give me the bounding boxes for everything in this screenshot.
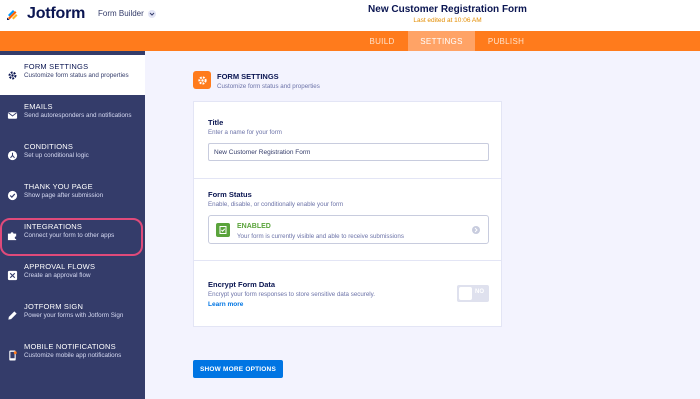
- top-header: Jotform Form Builder New Customer Regist…: [0, 0, 700, 31]
- status-value-description: Your form is currently visible and able …: [237, 233, 404, 240]
- sidebar-item-subtitle: Create an approval flow: [24, 272, 91, 279]
- encrypt-toggle[interactable]: NO: [457, 285, 489, 302]
- enabled-check-icon: [216, 223, 230, 237]
- sidebar-item-subtitle: Show page after submission: [24, 192, 104, 199]
- settings-gear-icon: [193, 71, 211, 89]
- form-title-input[interactable]: [208, 143, 489, 161]
- title-description: Enter a name for your form: [208, 129, 282, 136]
- check-circle-icon: [7, 188, 18, 201]
- conditions-icon: [7, 148, 18, 161]
- builder-tab-bar: BUILD SETTINGS PUBLISH: [0, 31, 700, 51]
- envelope-icon: [7, 108, 18, 119]
- divider: [194, 178, 501, 179]
- sidebar-item-title: THANK YOU PAGE: [24, 182, 93, 191]
- sidebar-item-subtitle: Send autoresponders and notifications: [24, 112, 132, 119]
- status-value: ENABLED: [237, 223, 271, 230]
- sidebar-item-conditions[interactable]: CONDITIONS Set up conditional logic: [0, 135, 145, 175]
- tab-publish[interactable]: PUBLISH: [475, 31, 537, 51]
- sidebar-item-subtitle: Customize form status and properties: [24, 72, 129, 79]
- encrypt-label: Encrypt Form Data: [208, 280, 276, 289]
- toggle-state-label: NO: [475, 289, 484, 295]
- pen-icon: [7, 308, 18, 320]
- sidebar-item-title: MOBILE NOTIFICATIONS: [24, 342, 116, 351]
- sidebar-item-title: EMAILS: [24, 102, 53, 111]
- sidebar-item-title: FORM SETTINGS: [24, 62, 89, 71]
- gear-icon: [7, 68, 18, 80]
- sidebar-item-subtitle: Power your forms with Jotform Sign: [24, 312, 124, 319]
- sidebar-item-subtitle: Customize mobile app notifications: [24, 352, 122, 359]
- section-title: FORM SETTINGS: [217, 72, 279, 81]
- sidebar-item-title: APPROVAL FLOWS: [24, 262, 96, 271]
- sidebar-item-approval-flows[interactable]: APPROVAL FLOWS Create an approval flow: [0, 255, 145, 295]
- title-label: Title: [208, 118, 224, 127]
- tab-build[interactable]: BUILD: [356, 31, 408, 51]
- toggle-knob: [459, 287, 472, 300]
- form-settings-card: Title Enter a name for your form Form St…: [193, 101, 502, 327]
- chevron-right-icon: [472, 226, 480, 234]
- learn-more-link[interactable]: Learn more: [208, 301, 243, 308]
- form-title[interactable]: New Customer Registration Form: [0, 4, 700, 15]
- form-status-description: Enable, disable, or conditionally enable…: [208, 201, 344, 208]
- sidebar-item-jotform-sign[interactable]: JOTFORM SIGN Power your forms with Jotfo…: [0, 295, 145, 335]
- sidebar-item-title: JOTFORM SIGN: [24, 302, 84, 311]
- encrypt-description: Encrypt your form responses to store sen…: [208, 291, 376, 298]
- approval-flow-icon: [7, 268, 18, 281]
- mobile-icon: [7, 348, 18, 361]
- tab-settings[interactable]: SETTINGS: [408, 31, 475, 51]
- integrations-highlight-ring: [0, 218, 143, 256]
- section-subtitle: Customize form status and properties: [217, 83, 320, 90]
- sidebar-item-title: CONDITIONS: [24, 142, 74, 151]
- divider: [194, 260, 501, 261]
- sidebar-item-mobile-notifications[interactable]: MOBILE NOTIFICATIONS Customize mobile ap…: [0, 335, 145, 375]
- sidebar-item-emails[interactable]: EMAILS Send autoresponders and notificat…: [0, 95, 145, 135]
- last-edited-text: Last edited at 10:06 AM: [413, 17, 482, 24]
- sidebar-item-thank-you-page[interactable]: THANK YOU PAGE Show page after submissio…: [0, 175, 145, 215]
- form-status-selector[interactable]: ENABLED Your form is currently visible a…: [208, 215, 489, 244]
- show-more-options-button[interactable]: SHOW MORE OPTIONS: [193, 360, 283, 378]
- sidebar-item-subtitle: Set up conditional logic: [24, 152, 89, 159]
- form-status-label: Form Status: [208, 190, 252, 199]
- sidebar-item-form-settings[interactable]: FORM SETTINGS Customize form status and …: [0, 55, 145, 95]
